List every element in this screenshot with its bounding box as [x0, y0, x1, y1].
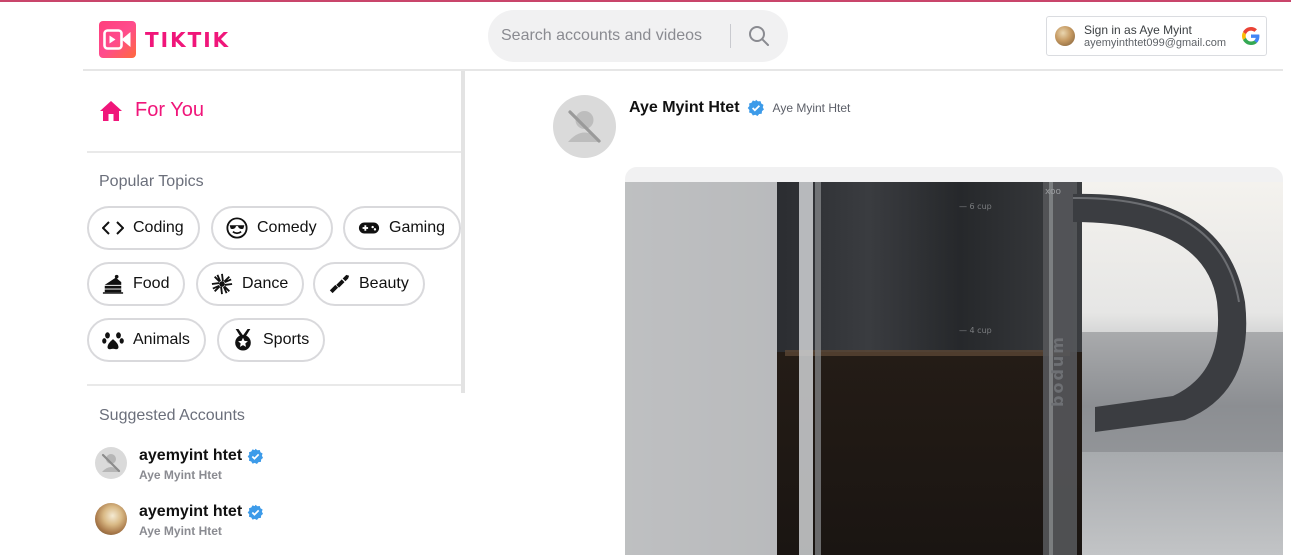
suggested-account-item[interactable]: ayemyint htet Aye Myint Htet: [95, 447, 264, 482]
account-handle: ayemyint htet: [139, 447, 243, 464]
verified-badge-icon: [247, 448, 264, 464]
video-frame-french-press: — 6 cup — 4 cup bodum xoo: [625, 182, 1283, 555]
topic-chip-animals[interactable]: Animals: [87, 318, 206, 362]
account-handle: ayemyint htet: [139, 503, 243, 520]
cake-icon: [102, 273, 124, 295]
topic-chip-food[interactable]: Food: [87, 262, 186, 306]
topic-label: Animals: [133, 331, 190, 348]
post-author-info[interactable]: Aye Myint Htet Aye Myint Htet: [629, 99, 850, 117]
sunglasses-face-icon: [226, 217, 248, 239]
verified-badge-icon: [247, 504, 264, 520]
account-name: Aye Myint Htet: [139, 468, 222, 482]
topic-chip-beauty[interactable]: Beauty: [313, 262, 425, 306]
search-button[interactable]: [731, 10, 788, 62]
lipstick-icon: [328, 273, 350, 295]
account-avatar-photo: [95, 503, 127, 535]
google-icon: [1242, 27, 1260, 45]
topic-chip-comedy[interactable]: Comedy: [211, 206, 333, 250]
topic-label: Food: [133, 275, 170, 292]
signin-label: Sign in as Aye Myint: [1084, 22, 1192, 37]
account-name: Aye Myint Htet: [139, 524, 222, 538]
topic-chip-coding[interactable]: Coding: [87, 206, 200, 250]
signin-email: ayemyinthtet099@gmail.com: [1084, 36, 1227, 49]
app-name: TIKTIK: [145, 27, 231, 52]
dancer-icon: [211, 273, 233, 295]
topic-chip-sports[interactable]: Sports: [217, 318, 326, 362]
signin-avatar: [1055, 26, 1075, 46]
google-signin-button[interactable]: Sign in as Aye Myint ayemyinthtet099@gma…: [1046, 16, 1267, 56]
no-avatar-icon: [568, 110, 601, 143]
top-navbar: TIKTIK Sign in as Aye Myint ayemyinthtet…: [0, 2, 1291, 70]
popular-topics-title: Popular Topics: [99, 173, 204, 190]
video-player[interactable]: — 6 cup — 4 cup bodum xoo: [625, 182, 1283, 555]
logo-video-icon: [99, 21, 136, 58]
no-avatar-icon: [95, 447, 127, 479]
app-logo[interactable]: TIKTIK: [99, 21, 230, 58]
gamepad-icon: [358, 217, 380, 239]
video-text-4-cup: — 4 cup: [959, 326, 992, 335]
suggested-account-item[interactable]: ayemyint htet Aye Myint Htet: [95, 503, 264, 538]
verified-badge-icon: [747, 99, 764, 116]
topic-label: Gaming: [389, 219, 446, 236]
topic-label: Coding: [133, 219, 184, 236]
video-text-brand: bodum: [1048, 335, 1067, 407]
code-icon: [102, 217, 124, 239]
search-icon: [749, 26, 770, 46]
topic-label: Sports: [263, 331, 310, 348]
topic-label: Beauty: [359, 275, 409, 292]
sidebar-item-for-you[interactable]: For You: [99, 99, 204, 122]
medal-icon: [232, 329, 254, 351]
sidebar-divider: [87, 384, 461, 386]
topic-chip-gaming[interactable]: Gaming: [343, 206, 462, 250]
post-author-name: Aye Myint Htet: [772, 101, 851, 115]
paw-icon: [102, 329, 124, 351]
for-you-label: For You: [135, 99, 204, 121]
search-input[interactable]: [501, 27, 730, 45]
post-author-avatar[interactable]: [553, 95, 616, 158]
video-card: — 6 cup — 4 cup bodum xoo: [625, 167, 1283, 555]
video-text-tag: xoo: [1045, 187, 1062, 197]
search-bar: [488, 10, 788, 62]
topic-label: Comedy: [257, 219, 317, 236]
topic-chip-dance[interactable]: Dance: [196, 262, 305, 306]
topic-label: Dance: [242, 275, 289, 292]
sidebar: For You Popular Topics Coding Comedy Gam…: [0, 71, 466, 555]
video-text-6-cup: — 6 cup: [959, 202, 992, 211]
suggested-accounts-title: Suggested Accounts: [99, 407, 245, 424]
home-icon: [100, 100, 122, 121]
post-author-handle: Aye Myint Htet: [629, 99, 740, 116]
sidebar-scrollbar[interactable]: [461, 71, 465, 393]
sidebar-divider: [87, 151, 461, 153]
